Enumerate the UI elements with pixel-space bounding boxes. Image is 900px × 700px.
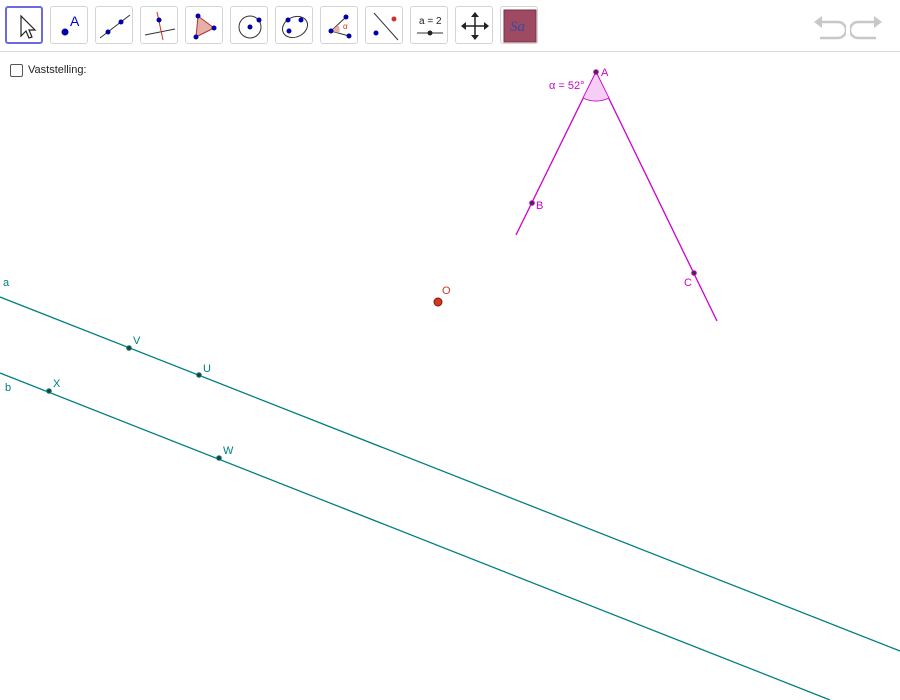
point-v[interactable] <box>126 345 132 351</box>
angle-alpha-label: α = 52° <box>549 80 585 92</box>
point-b[interactable] <box>529 200 535 206</box>
point-a-label: A <box>601 67 609 79</box>
graphics-view[interactable]: a b V U X W α = 52° A B C O <box>0 0 900 700</box>
point-v-label: V <box>133 335 141 347</box>
point-b-label: B <box>536 200 543 212</box>
point-x-label: X <box>53 378 61 390</box>
line-a-label: a <box>3 277 10 289</box>
point-o-label: O <box>442 285 451 297</box>
point-x[interactable] <box>46 388 52 394</box>
line-a[interactable] <box>0 296 900 652</box>
point-w[interactable] <box>216 455 222 461</box>
line-b[interactable] <box>0 372 831 700</box>
point-c-label: C <box>684 277 692 289</box>
point-a[interactable] <box>593 69 599 75</box>
line-b-label: b <box>5 382 11 394</box>
point-c[interactable] <box>691 270 697 276</box>
point-w-label: W <box>223 445 234 457</box>
ray-ac[interactable] <box>595 71 718 322</box>
point-o[interactable] <box>433 297 443 307</box>
point-u-label: U <box>203 363 211 375</box>
point-u[interactable] <box>196 372 202 378</box>
